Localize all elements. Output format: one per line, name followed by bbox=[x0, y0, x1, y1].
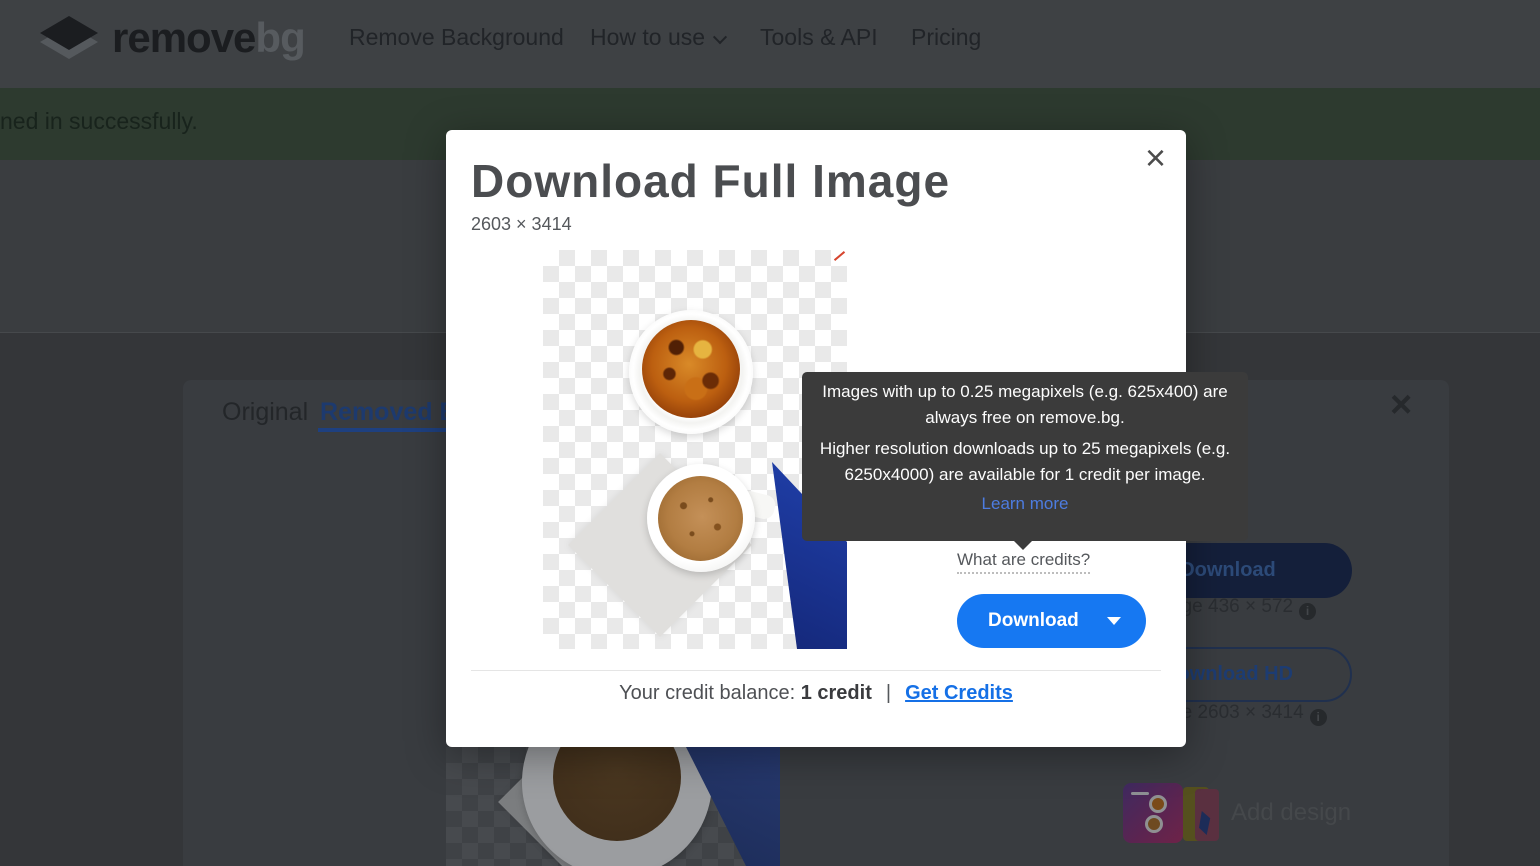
add-design-label: Add design bbox=[1231, 799, 1351, 827]
brand-wordmark: removebg bbox=[112, 14, 305, 62]
removebg-logo[interactable]: removebg bbox=[40, 12, 305, 64]
info-icon[interactable]: i bbox=[1310, 709, 1327, 726]
modal-image-dimensions: 2603 × 3414 bbox=[471, 214, 572, 235]
get-credits-link[interactable]: Get Credits bbox=[905, 682, 1013, 704]
success-banner-message: ned in successfully. bbox=[0, 108, 198, 135]
crop-mark-icon bbox=[834, 251, 845, 261]
credit-balance-value: 1 credit bbox=[801, 682, 872, 704]
tooltip-arrow bbox=[1013, 540, 1033, 550]
brand-bg: bg bbox=[255, 14, 304, 61]
modal-download-button[interactable]: Download bbox=[957, 594, 1146, 648]
separator: | bbox=[886, 682, 891, 704]
modal-download-label: Download bbox=[957, 610, 1079, 632]
modal-title: Download Full Image bbox=[471, 154, 950, 208]
top-navbar: removebg Remove Background How to use To… bbox=[0, 0, 1540, 88]
tooltip-line1: Images with up to 0.25 megapixels (e.g. … bbox=[816, 379, 1234, 431]
nav-how-to-use[interactable]: How to use bbox=[590, 24, 725, 51]
info-icon[interactable]: i bbox=[1299, 603, 1316, 620]
chevron-down-icon bbox=[713, 30, 727, 44]
credits-tooltip: Images with up to 0.25 megapixels (e.g. … bbox=[802, 372, 1248, 541]
tooltip-line2: Higher resolution downloads up to 25 meg… bbox=[816, 436, 1234, 488]
nav-remove-background[interactable]: Remove Background bbox=[349, 24, 564, 51]
brand-remove: remove bbox=[112, 14, 255, 61]
add-design-row[interactable]: Add design bbox=[1123, 783, 1351, 843]
layers-diamond-icon bbox=[40, 13, 98, 63]
credit-balance-row: Your credit balance: 1 credit | Get Credit… bbox=[446, 682, 1186, 705]
nav-tools-api[interactable]: Tools & API bbox=[760, 24, 878, 51]
nav-pricing[interactable]: Pricing bbox=[911, 24, 981, 51]
dropdown-caret-icon[interactable] bbox=[1107, 617, 1121, 625]
what-are-credits-link[interactable]: What are credits? bbox=[957, 550, 1090, 574]
muffin-shape bbox=[642, 320, 740, 418]
credit-balance-label: Your credit balance: bbox=[619, 682, 795, 704]
learn-more-link[interactable]: Learn more bbox=[982, 491, 1069, 517]
coffee-surface-shape bbox=[658, 476, 743, 561]
modal-close-icon[interactable]: × bbox=[1145, 136, 1166, 179]
result-preview-image bbox=[446, 747, 780, 866]
screen: removebg Remove Background How to use To… bbox=[0, 0, 1540, 866]
modal-divider bbox=[471, 670, 1161, 671]
design-templates-icon bbox=[1123, 783, 1219, 843]
tab-original[interactable]: Original bbox=[222, 398, 308, 427]
card-close-icon[interactable]: × bbox=[1390, 386, 1412, 424]
